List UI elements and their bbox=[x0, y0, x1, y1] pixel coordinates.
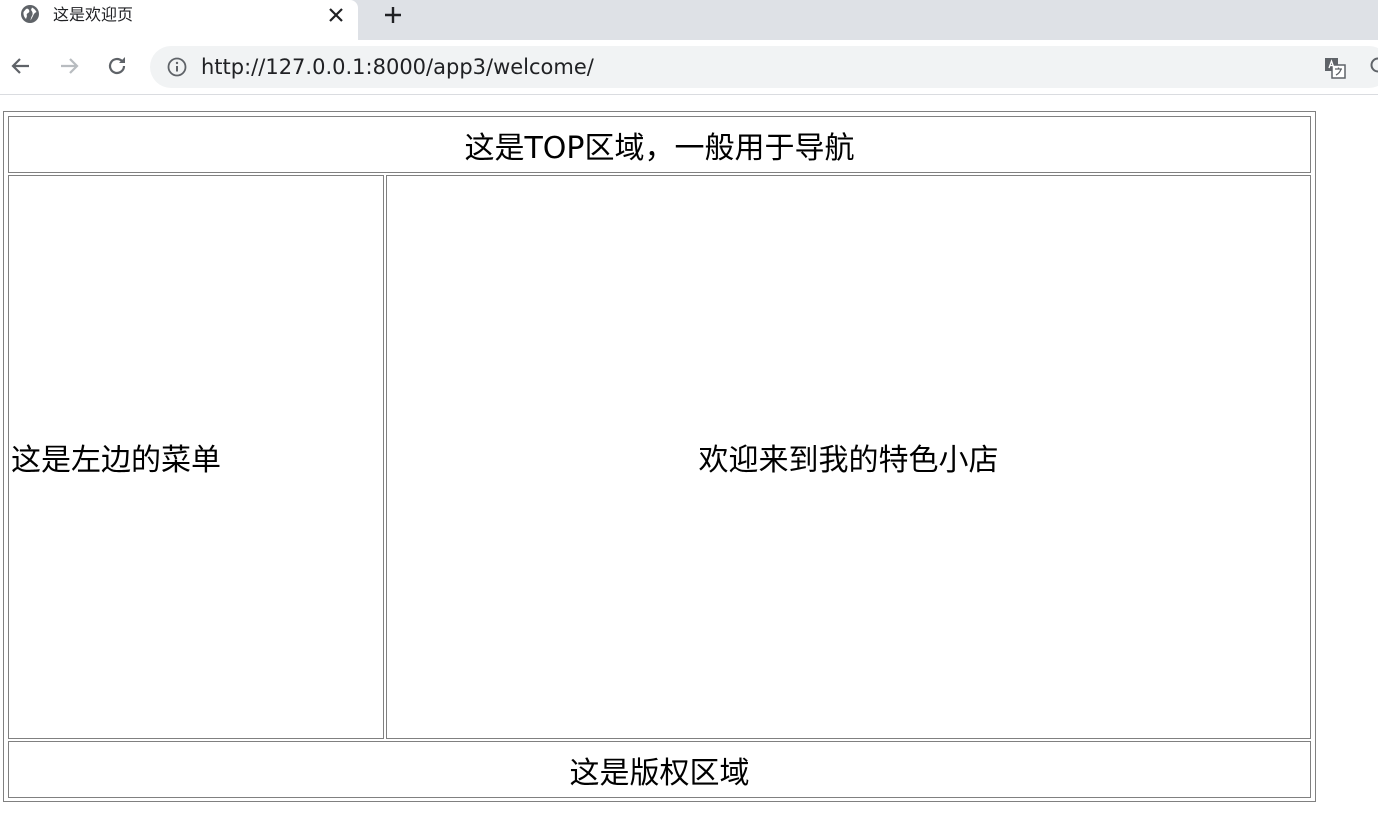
top-nav-text: 这是TOP区域，一般用于导航 bbox=[464, 130, 855, 166]
url-text[interactable]: http://127.0.0.1:8000/app3/welcome/ bbox=[201, 54, 594, 80]
left-menu-text: 这是左边的菜单 bbox=[11, 443, 221, 478]
close-icon[interactable] bbox=[326, 5, 346, 25]
forward-button[interactable] bbox=[56, 53, 82, 79]
left-menu-area: 这是左边的菜单 bbox=[8, 175, 384, 739]
layout-table: 这是TOP区域，一般用于导航 这是左边的菜单 欢迎来到我的特色小店 这是版权区域 bbox=[3, 111, 1316, 802]
main-content-area: 欢迎来到我的特色小店 bbox=[386, 175, 1311, 739]
tab-title: 这是欢迎页 bbox=[53, 5, 134, 24]
copyright-area: 这是版权区域 bbox=[8, 741, 1311, 798]
globe-icon bbox=[21, 5, 39, 23]
copyright-text: 这是版权区域 bbox=[569, 755, 750, 791]
welcome-text: 欢迎来到我的特色小店 bbox=[698, 443, 999, 478]
address-bar[interactable]: http://127.0.0.1:8000/app3/welcome/ bbox=[150, 46, 1378, 88]
new-tab-button[interactable] bbox=[381, 3, 405, 27]
browser-toolbar: http://127.0.0.1:8000/app3/welcome/ bbox=[0, 40, 1378, 95]
back-button[interactable] bbox=[8, 53, 34, 79]
top-nav-area: 这是TOP区域，一般用于导航 bbox=[8, 116, 1311, 173]
reload-button[interactable] bbox=[104, 53, 130, 79]
zoom-icon[interactable] bbox=[1368, 55, 1378, 79]
tab-welcome[interactable]: 这是欢迎页 bbox=[0, 0, 358, 40]
tab-strip: 这是欢迎页 bbox=[0, 0, 1378, 40]
info-icon[interactable] bbox=[166, 56, 188, 78]
translate-icon[interactable] bbox=[1322, 55, 1348, 81]
